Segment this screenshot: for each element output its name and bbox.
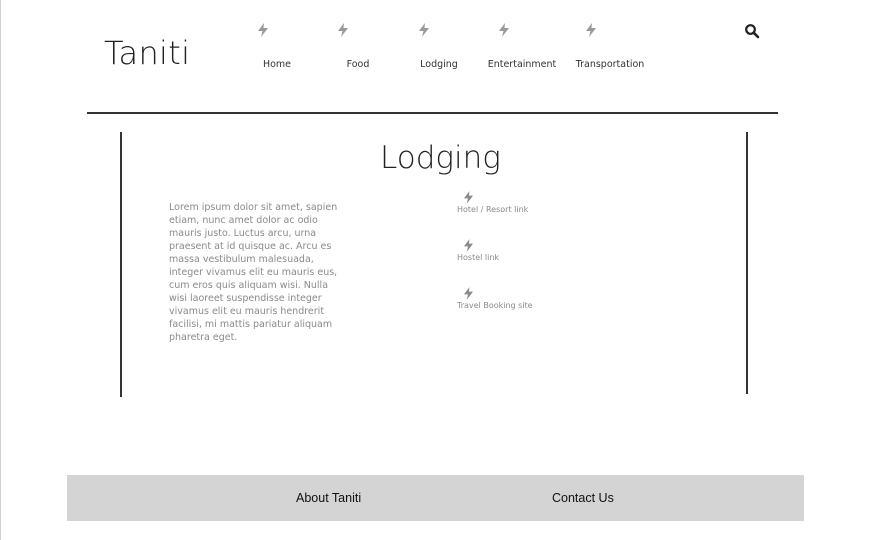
page-edge-divider — [0, 0, 1, 540]
lightning-icon — [463, 191, 474, 204]
nav-item-label: Entertainment — [487, 59, 557, 70]
body-paragraph: Lorem ipsum dolor sit amet, sapien etiam… — [169, 202, 338, 343]
page-title: Lodging — [380, 140, 501, 176]
lightning-icon — [419, 23, 429, 37]
lightning-icon — [338, 23, 348, 37]
nav-item-label: Lodging — [420, 59, 458, 70]
nav-item-entertainment[interactable] — [498, 23, 510, 37]
lightning-icon — [499, 23, 509, 37]
hotel-resort-link[interactable]: Hotel / Resort link — [457, 191, 528, 214]
hostel-link[interactable]: Hostel link — [457, 239, 499, 262]
page: Taniti Home Food Lodging Entertainment T… — [0, 0, 869, 540]
nav-item-food[interactable] — [337, 23, 349, 37]
header-divider — [87, 112, 778, 114]
lightning-icon — [586, 23, 596, 37]
nav-item-label: Home — [262, 59, 292, 70]
nav-item-lodging-label-wrap[interactable]: Lodging — [420, 41, 458, 70]
nav-item-transportation[interactable] — [585, 23, 597, 37]
nav-item-home[interactable] — [257, 23, 269, 37]
nav-item-entertainment-label-wrap[interactable]: Entertainment — [488, 41, 557, 70]
search-button[interactable] — [744, 23, 760, 39]
nav-item-transportation-label-wrap[interactable]: Transportation — [576, 41, 645, 70]
nav-item-label: Food — [346, 59, 370, 70]
link-label: Hotel / Resort link — [457, 205, 529, 214]
nav-item-label: Transportation — [575, 59, 645, 70]
contact-link[interactable]: Contact Us — [552, 491, 614, 505]
content-border-left — [120, 132, 122, 397]
link-label: Travel Booking site — [457, 301, 533, 310]
site-logo[interactable]: Taniti — [104, 34, 190, 72]
lightning-icon — [258, 23, 268, 37]
travel-booking-link[interactable]: Travel Booking site — [457, 287, 533, 310]
nav-item-lodging[interactable] — [418, 23, 430, 37]
content-border-right — [746, 132, 748, 394]
link-label: Hostel link — [457, 253, 500, 262]
search-icon — [745, 24, 760, 39]
about-link[interactable]: About Taniti — [296, 491, 361, 505]
lightning-icon — [463, 287, 474, 300]
lightning-icon — [463, 239, 474, 252]
footer: About Taniti Contact Us — [67, 475, 804, 521]
nav-item-home-label-wrap[interactable]: Home — [263, 41, 291, 70]
nav-item-food-label-wrap[interactable]: Food — [347, 41, 370, 70]
